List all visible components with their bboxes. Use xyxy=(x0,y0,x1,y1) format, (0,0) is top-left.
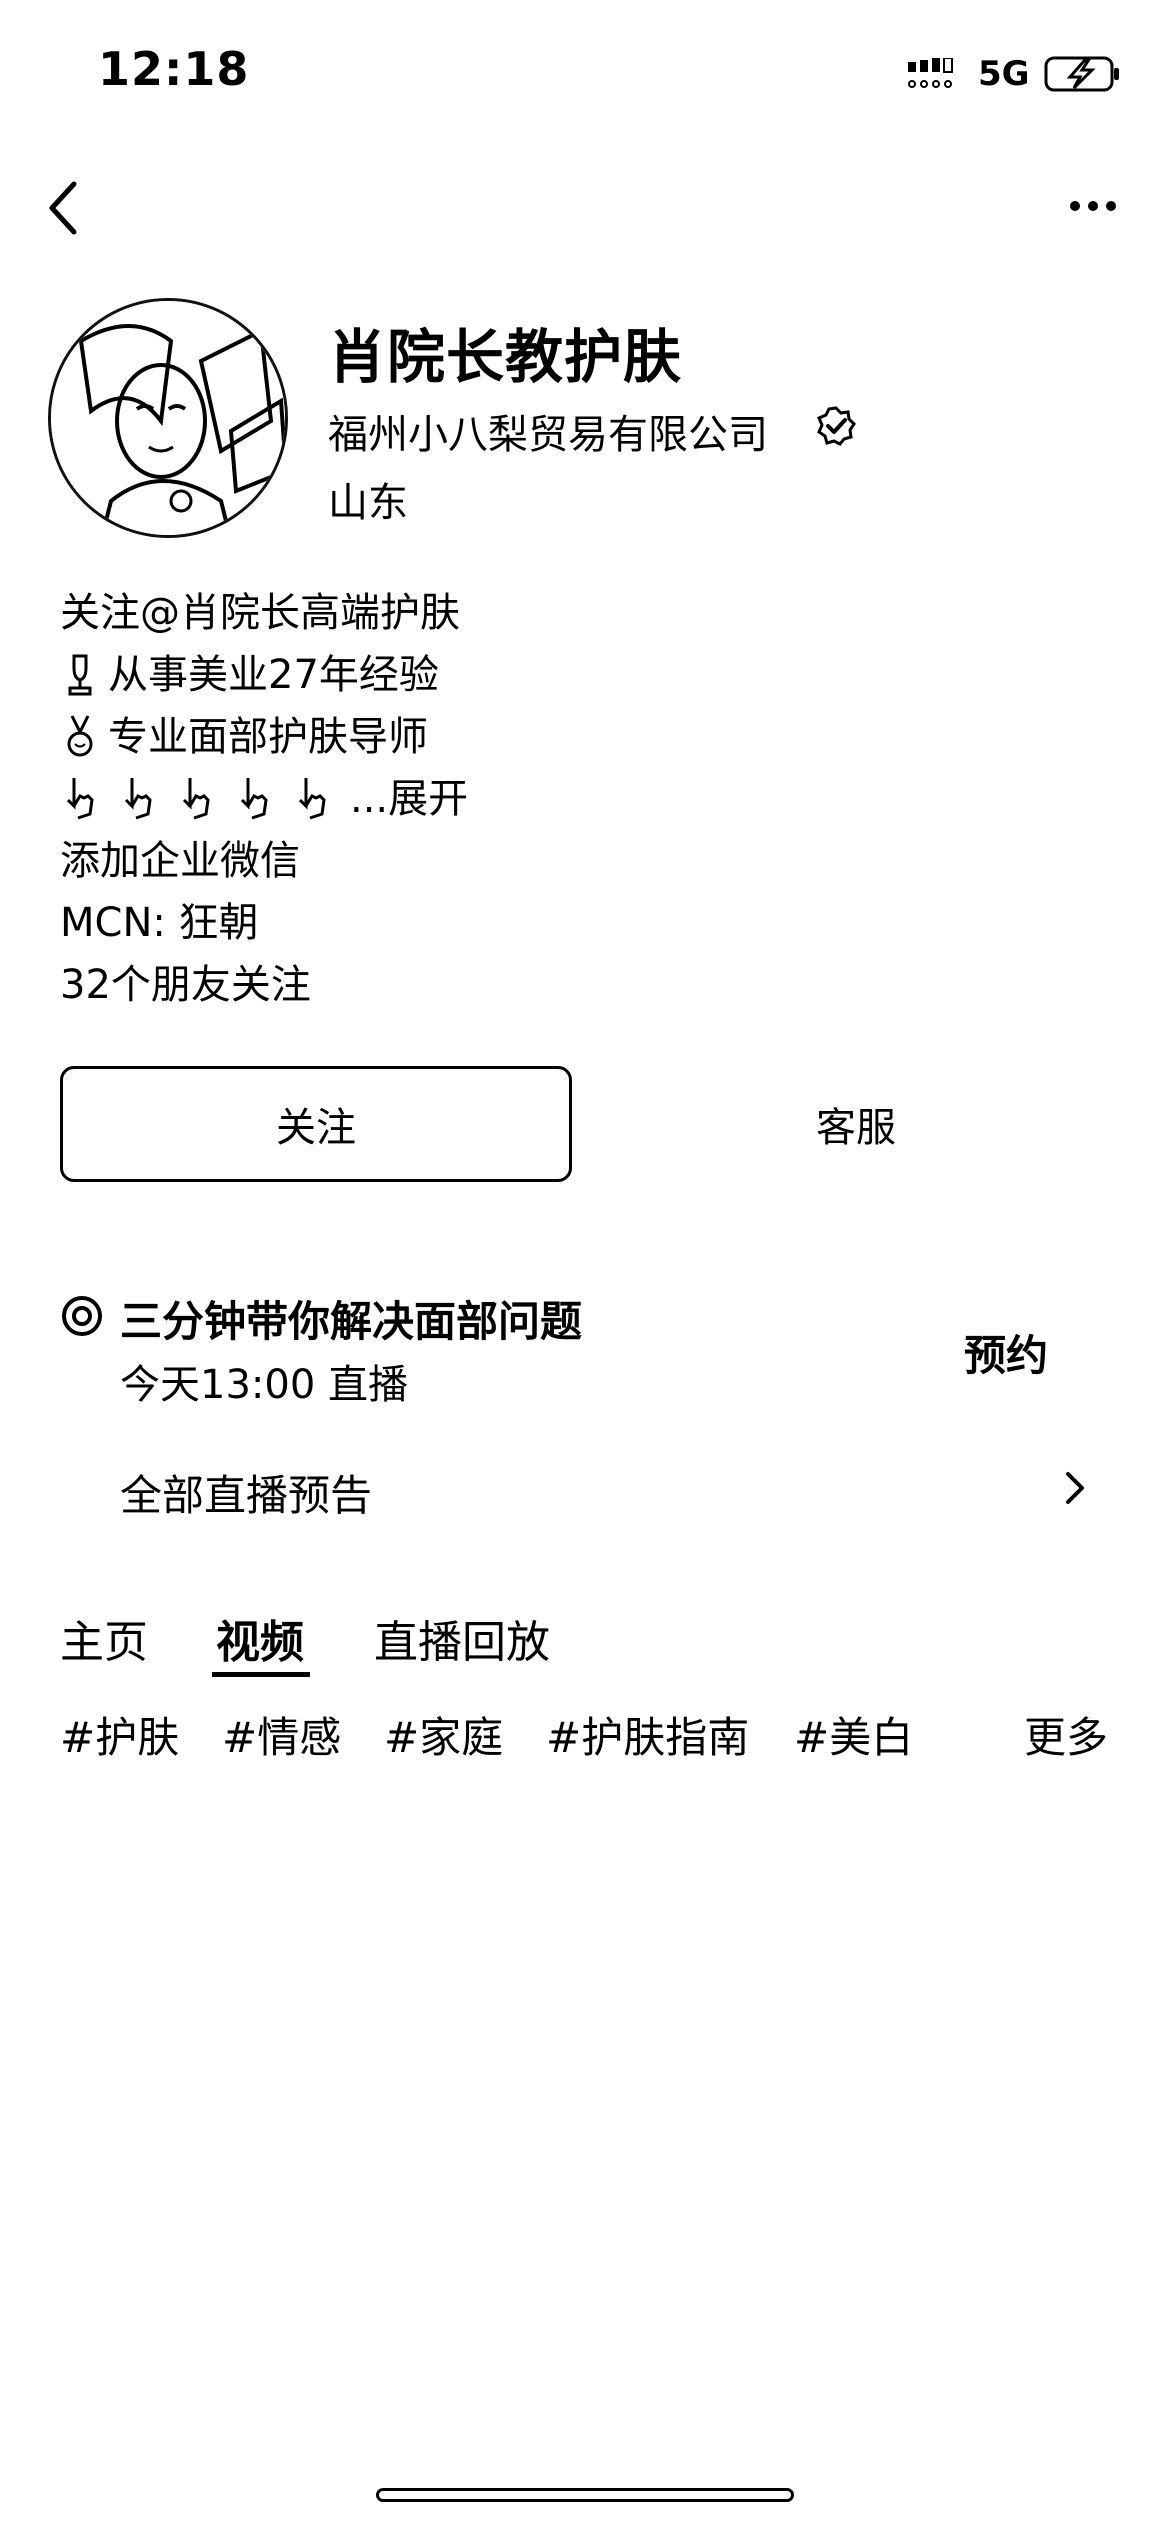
battery-icon xyxy=(1044,56,1119,92)
region-label: 山东 xyxy=(328,480,408,526)
bio-mentor-text: 专业面部护肤导师 xyxy=(108,714,428,760)
more-dots-icon[interactable] xyxy=(1068,196,1118,216)
avatar[interactable] xyxy=(48,298,288,538)
signal-icon xyxy=(908,58,953,88)
medal-icon xyxy=(67,715,93,757)
pointing-down-icon xyxy=(182,778,210,820)
home-indicator[interactable] xyxy=(376,2488,794,2502)
friends-following[interactable]: 32个朋友关注 xyxy=(60,954,311,1016)
live-time: 今天13:00 直播 xyxy=(120,1362,408,1408)
tag-skincare[interactable]: #护肤 xyxy=(60,1704,179,1765)
avatar-portrait-icon xyxy=(51,301,285,535)
tag-family[interactable]: #家庭 xyxy=(384,1704,503,1765)
trophy-icon xyxy=(68,654,92,696)
follow-button[interactable]: 关注 xyxy=(60,1066,572,1182)
pointing-down-icon xyxy=(66,778,94,820)
tab-home[interactable]: 主页 xyxy=(60,1606,148,1670)
tag-whitening[interactable]: #美白 xyxy=(794,1704,913,1765)
verified-badge-icon xyxy=(817,406,856,446)
chevron-right-icon[interactable] xyxy=(1064,1468,1086,1508)
customer-service-button[interactable]: 客服 xyxy=(670,1066,1042,1182)
status-time: 12:18 xyxy=(98,42,250,96)
tags-more-button[interactable]: 更多 xyxy=(1024,1704,1108,1765)
network-type: 5G xyxy=(978,54,1030,94)
live-title[interactable]: 三分钟带你解决面部问题 xyxy=(120,1288,582,1349)
bio-expand-link[interactable]: ...展开 xyxy=(350,776,468,822)
bio-line-mentor: 专业面部护肤导师 xyxy=(60,706,428,768)
company-name[interactable]: 福州小八梨贸易有限公司 xyxy=(328,402,768,460)
tab-active-indicator xyxy=(212,1672,310,1677)
pointing-down-icon xyxy=(124,778,152,820)
bio-line-follow: 关注@肖院长高端护肤 xyxy=(60,590,460,636)
tag-skincare-guide[interactable]: #护肤指南 xyxy=(546,1704,749,1765)
bio-line-pointers[interactable]: ...展开 xyxy=(60,768,468,830)
profile-name: 肖院长教护肤 xyxy=(328,323,683,391)
pointing-down-icon xyxy=(240,778,268,820)
bio-line-experience: 从事美业27年经验 xyxy=(60,644,439,706)
pointing-down-icon xyxy=(298,778,326,820)
target-icon xyxy=(62,1296,102,1336)
bio-line-mcn: MCN: 狂朝 xyxy=(60,900,259,946)
tab-replays[interactable]: 直播回放 xyxy=(374,1606,550,1670)
tab-videos[interactable]: 视频 xyxy=(216,1606,304,1670)
bio-experience-text: 从事美业27年经验 xyxy=(108,652,439,698)
all-live-previews-link[interactable]: 全部直播预告 xyxy=(120,1462,372,1523)
reserve-button[interactable]: 预约 xyxy=(964,1322,1048,1383)
tag-emotion[interactable]: #情感 xyxy=(222,1704,341,1765)
chevron-left-icon[interactable] xyxy=(44,178,84,238)
bio-line-wechat[interactable]: 添加企业微信 xyxy=(60,830,300,892)
